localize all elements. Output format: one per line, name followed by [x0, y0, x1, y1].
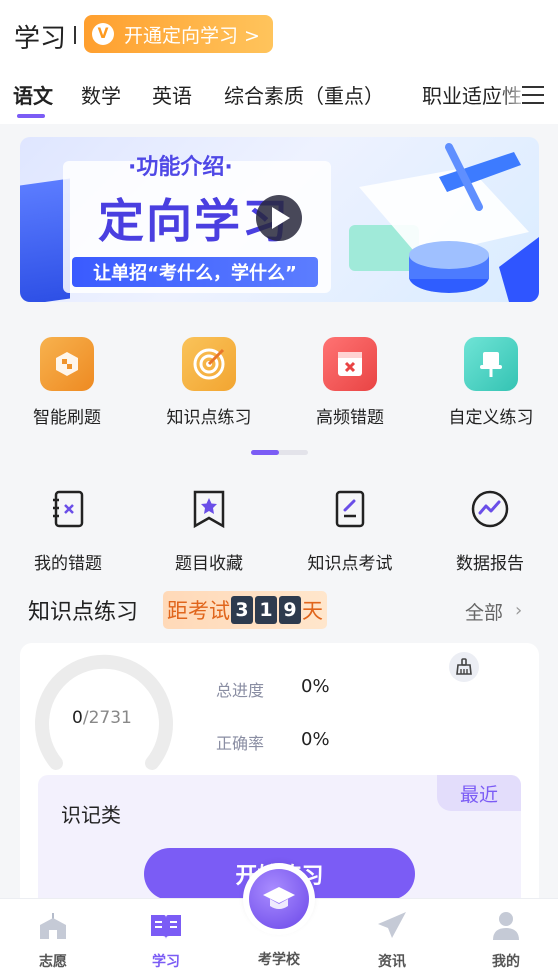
function-label: 高频错题 — [316, 408, 384, 428]
recent-tag: 最近 — [437, 775, 521, 811]
knowledge-exam-button[interactable]: 知识点考试 — [295, 489, 405, 574]
progress-done: 0 — [72, 708, 83, 728]
overall-progress-label: 总进度 — [216, 681, 265, 700]
wrong-notebook-icon — [53, 490, 84, 528]
nav-study[interactable]: 学习 — [126, 909, 206, 971]
countdown-digit: 1 — [255, 596, 277, 624]
page-title: 学习 — [14, 24, 67, 54]
tab-math[interactable]: 数学 — [81, 80, 121, 109]
pager-active-dot — [251, 450, 279, 455]
graduation-cap-icon — [249, 869, 309, 929]
frequent-errors-button[interactable]: 高频错题 — [295, 337, 405, 428]
chevron-right-icon[interactable]: › — [515, 600, 522, 621]
function-label: 知识点练习 — [166, 408, 252, 428]
nav-label: 学习 — [152, 954, 180, 970]
nav-label: 考学校 — [258, 952, 300, 968]
top-header: 学习 V 开通定向学习 > — [0, 0, 558, 66]
nav-label: 资讯 — [378, 954, 406, 970]
custom-practice-button[interactable]: 自定义练习 — [436, 337, 546, 428]
view-all-link[interactable]: 全部 — [465, 598, 503, 625]
study-tools-illustration — [349, 143, 539, 302]
smart-practice-button[interactable]: 智能刷题 — [12, 337, 122, 428]
promo-label: 开通定向学习 > — [124, 24, 260, 47]
error-book-icon — [323, 337, 377, 391]
school-building-icon — [40, 913, 66, 939]
pin-icon — [464, 337, 518, 391]
data-report-button[interactable]: 数据报告 — [435, 489, 545, 574]
accuracy-value: 0% — [301, 729, 330, 750]
vip-v-icon: V — [92, 23, 114, 45]
nav-volunteer[interactable]: 志愿 — [13, 909, 93, 971]
target-icon — [182, 337, 236, 391]
tool-label: 知识点考试 — [307, 554, 393, 574]
bottom-navigation: 志愿 学习 考学校 资讯 我的 — [0, 863, 558, 972]
progress-total: 2731 — [88, 708, 132, 728]
function-label: 智能刷题 — [33, 408, 101, 428]
progress-count: 0/2731 — [72, 708, 132, 728]
active-tab-indicator — [17, 114, 45, 118]
countdown-digit: 3 — [231, 596, 253, 624]
function-pager — [251, 450, 308, 455]
play-video-button[interactable] — [256, 195, 302, 241]
my-wrong-questions-button[interactable]: 我的错题 — [13, 489, 123, 574]
tool-label: 题目收藏 — [175, 554, 243, 574]
knowledge-practice-button[interactable]: 知识点练习 — [154, 337, 264, 428]
accuracy-label: 正确率 — [216, 734, 265, 753]
nav-news[interactable]: 资讯 — [352, 909, 432, 971]
exam-paper-icon — [335, 490, 365, 528]
nav-label: 我的 — [492, 954, 520, 970]
category-title: 识记类 — [61, 803, 121, 827]
nav-mine[interactable]: 我的 — [466, 909, 546, 971]
question-favorites-button[interactable]: 题目收藏 — [154, 489, 264, 574]
nav-label: 志愿 — [39, 954, 67, 970]
countdown-prefix: 距考试 — [167, 599, 230, 623]
book-icon — [151, 915, 181, 939]
countdown-digit: 9 — [279, 596, 301, 624]
subject-tabs: 语文 数学 英语 综合素质（重点） 职业适应性 — [0, 66, 558, 124]
tool-label: 我的错题 — [34, 554, 102, 574]
tab-comprehensive[interactable]: 综合素质（重点） — [224, 80, 384, 109]
function-label: 自定义练习 — [448, 408, 534, 428]
user-icon — [493, 912, 519, 940]
tab-chinese[interactable]: 语文 — [13, 80, 53, 109]
clear-records-button[interactable] — [449, 652, 479, 682]
smart-practice-icon — [40, 337, 94, 391]
banner-kicker: ·功能介绍· — [128, 155, 233, 180]
broom-icon — [456, 658, 472, 675]
countdown-suffix: 天 — [302, 599, 323, 623]
paper-plane-icon — [378, 912, 406, 938]
play-icon — [272, 207, 290, 229]
trend-chart-icon — [471, 490, 509, 528]
banner-subtitle: 让单招“考什么，学什么” — [72, 257, 318, 287]
overall-progress-value: 0% — [301, 676, 330, 697]
nav-exam-school-button[interactable] — [243, 863, 315, 935]
bookmark-star-icon — [193, 490, 225, 529]
menu-icon[interactable] — [522, 86, 544, 104]
tab-english[interactable]: 英语 — [152, 80, 192, 109]
feature-banner[interactable]: ·功能介绍· 定向学习 让单招“考什么，学什么” — [20, 137, 539, 302]
open-directed-learning-button[interactable]: V 开通定向学习 > — [84, 15, 273, 53]
header-divider — [74, 26, 76, 44]
section-title: 知识点练习 — [28, 600, 139, 625]
tool-label: 数据报告 — [456, 554, 524, 574]
exam-countdown: 距考试 3 1 9 天 — [163, 591, 327, 629]
